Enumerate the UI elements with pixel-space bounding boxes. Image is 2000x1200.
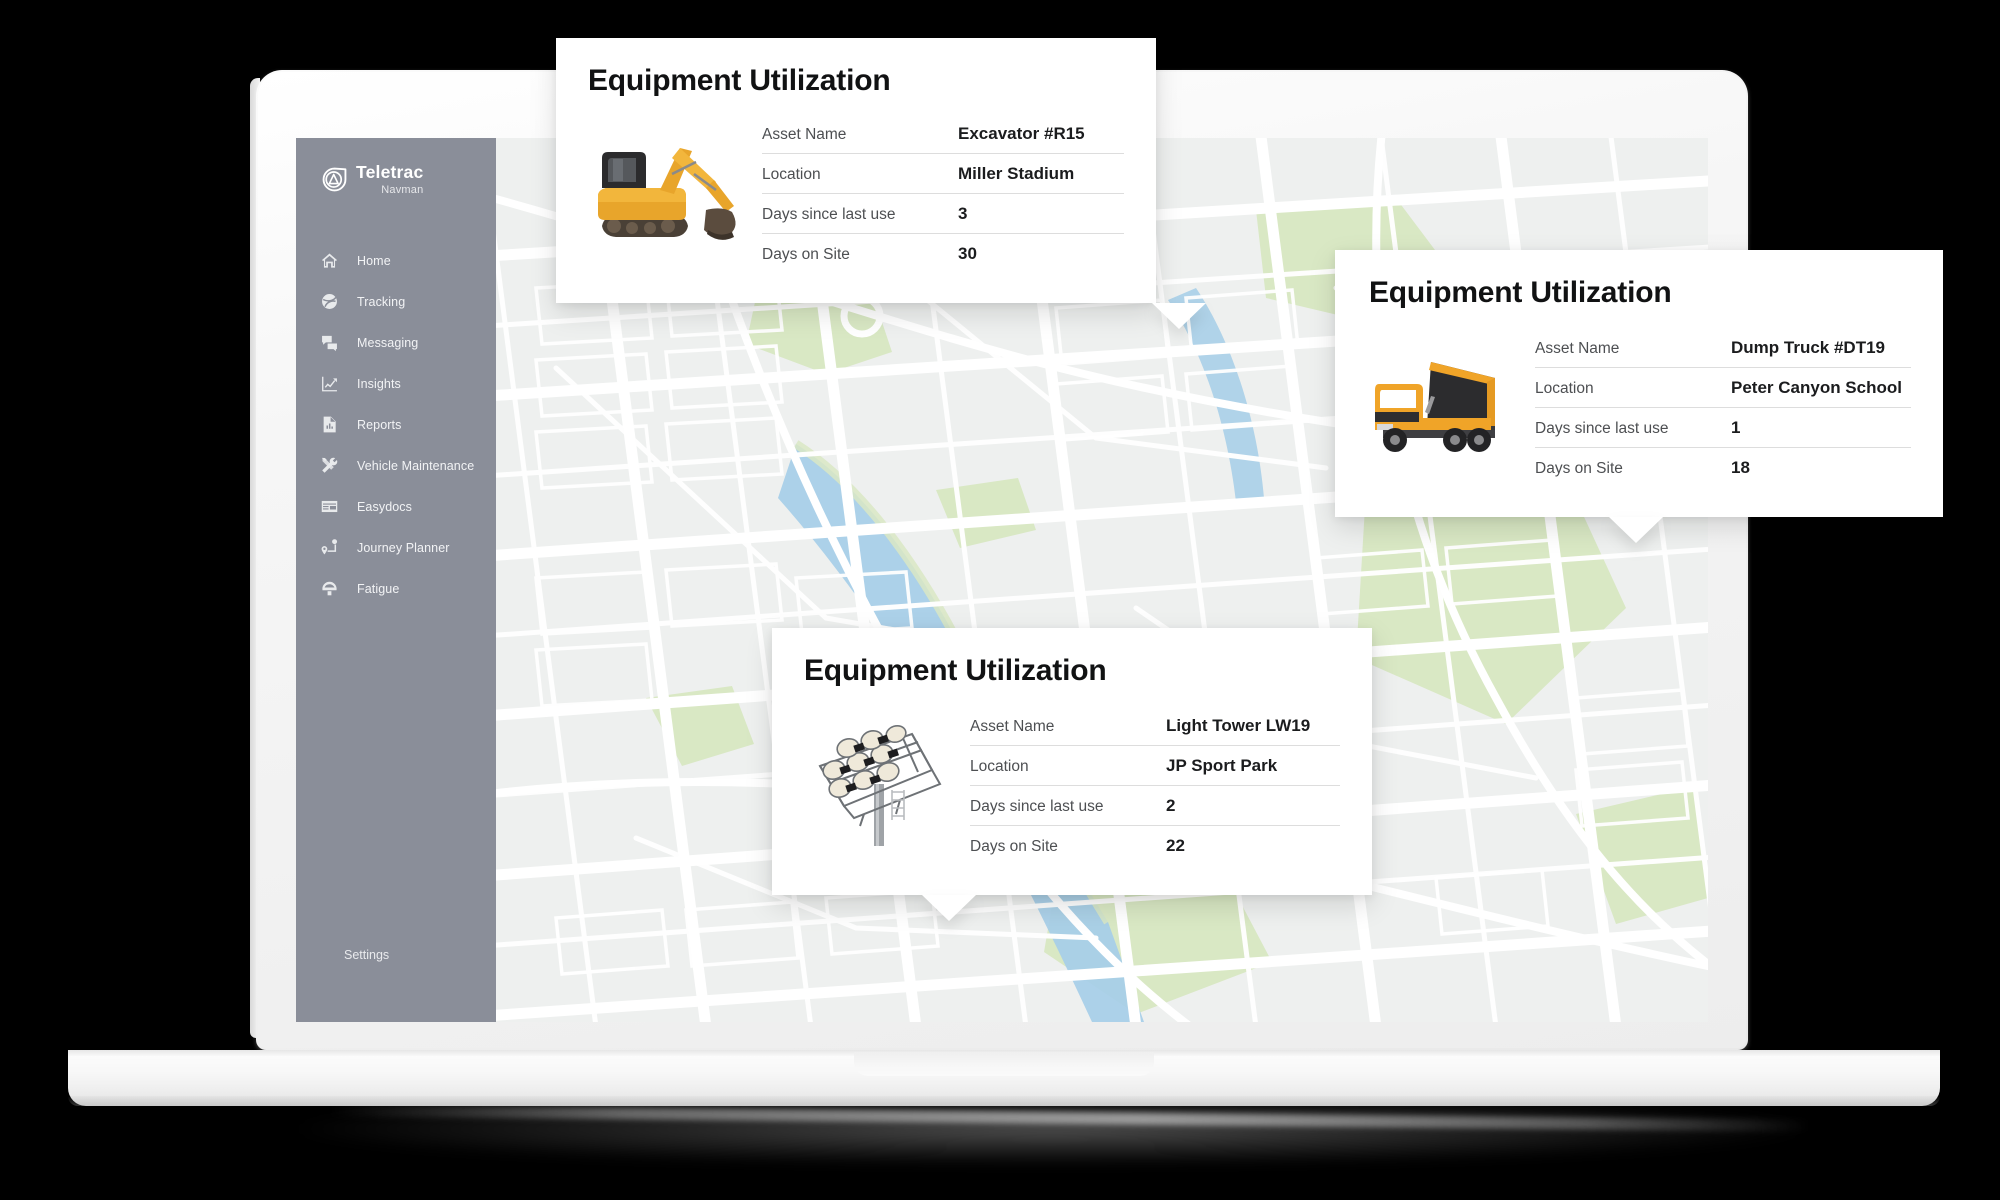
card-pointer-tail: [1609, 517, 1663, 543]
sidebar-item-home[interactable]: Home: [296, 240, 496, 281]
route-pin-icon: [320, 538, 339, 557]
card-pointer-tail: [922, 895, 976, 921]
sidebar-item-vehicle-maintenance[interactable]: Vehicle Maintenance: [296, 445, 496, 486]
table-card-icon: [320, 497, 339, 516]
sidebar-item-fatigue[interactable]: Fatigue: [296, 568, 496, 609]
table-row: Location JP Sport Park: [970, 746, 1340, 786]
row-value: 22: [1166, 836, 1185, 855]
table-row: Days since last use 3: [762, 194, 1124, 234]
card-body: Asset Name Excavator #R15 Location Mille…: [588, 114, 1124, 273]
sidebar-item-label: Reports: [357, 417, 402, 432]
laptop-base: [68, 1050, 1940, 1106]
asset-detail-table: Asset Name Excavator #R15 Location Mille…: [762, 114, 1124, 273]
sidebar-item-tracking[interactable]: Tracking: [296, 281, 496, 322]
card-title: Equipment Utilization: [588, 64, 891, 97]
globe-tracking-icon: [320, 292, 339, 311]
card-body: Asset Name Dump Truck #DT19 Location Pet…: [1369, 328, 1911, 487]
laptop-base-notch: [854, 1052, 1154, 1076]
brand-subname: Navman: [381, 183, 424, 196]
sidebar-item-label: Home: [357, 253, 391, 268]
sidebar-item-label: Insights: [357, 376, 401, 391]
table-row: Asset Name Light Tower LW19: [970, 706, 1340, 746]
teletrac-shield-icon: [322, 167, 347, 192]
row-label: Days on Site: [762, 246, 850, 263]
card-title: Equipment Utilization: [804, 654, 1107, 687]
equipment-utilization-card-dump-truck[interactable]: Equipment Utilization Asset Name Dump Tr…: [1335, 250, 1943, 543]
brand-logo[interactable]: Teletrac Navman: [296, 138, 496, 230]
asset-detail-table: Asset Name Dump Truck #DT19 Location Pet…: [1535, 328, 1911, 487]
row-value: Light Tower LW19: [1166, 716, 1311, 735]
sidebar: Teletrac Navman Home Tracking Messaging …: [296, 138, 496, 1022]
table-row: Days on Site 18: [1535, 448, 1911, 487]
card-title: Equipment Utilization: [1369, 276, 1672, 309]
row-label: Location: [970, 758, 1029, 775]
sidebar-item-messaging[interactable]: Messaging: [296, 322, 496, 363]
row-label: Asset Name: [762, 126, 847, 143]
table-row: Days since last use 2: [970, 786, 1340, 826]
row-value: Excavator #R15: [958, 124, 1085, 143]
sidebar-item-label: Tracking: [357, 294, 406, 309]
row-value: 2: [1166, 796, 1176, 815]
laptop-base-bottom-edge: [68, 1096, 1940, 1106]
sidebar-item-easydocs[interactable]: Easydocs: [296, 486, 496, 527]
table-row: Location Miller Stadium: [762, 154, 1124, 194]
row-value: 30: [958, 244, 977, 263]
row-value: 1: [1731, 418, 1741, 437]
row-value: Dump Truck #DT19: [1731, 338, 1885, 357]
equipment-utilization-card-light-tower[interactable]: Equipment Utilization Asset Name Light T…: [772, 628, 1372, 921]
row-value: 18: [1731, 458, 1750, 477]
sidebar-item-label: Fatigue: [357, 581, 400, 596]
wrench-screwdriver-icon: [320, 456, 339, 475]
asset-detail-table: Asset Name Light Tower LW19 Location JP …: [970, 706, 1340, 865]
table-row: Location Peter Canyon School: [1535, 368, 1911, 408]
excavator-photo: [588, 118, 748, 258]
row-label: Asset Name: [1535, 340, 1620, 357]
sidebar-nav: Home Tracking Messaging Insights Reports…: [296, 240, 496, 609]
sidebar-item-settings[interactable]: Settings: [296, 946, 496, 1022]
light-tower-photo: [804, 710, 956, 850]
brand-name: Teletrac: [356, 162, 424, 182]
row-value: Miller Stadium: [958, 164, 1075, 183]
table-row: Asset Name Excavator #R15: [762, 114, 1124, 154]
table-row: Days since last use 1: [1535, 408, 1911, 448]
table-row: Days on Site 30: [762, 234, 1124, 273]
card-body: Asset Name Light Tower LW19 Location JP …: [804, 706, 1340, 865]
sidebar-item-label: Easydocs: [357, 499, 412, 514]
sidebar-item-label: Settings: [344, 948, 390, 962]
document-bar-chart-icon: [320, 415, 339, 434]
row-value: JP Sport Park: [1166, 756, 1278, 775]
row-label: Days on Site: [1535, 460, 1623, 477]
sidebar-item-label: Messaging: [357, 335, 419, 350]
sidebar-item-label: Vehicle Maintenance: [357, 458, 475, 473]
steering-wheel-icon: [320, 579, 339, 598]
card-pointer-tail: [1152, 303, 1206, 329]
row-value: 3: [958, 204, 968, 223]
sidebar-item-reports[interactable]: Reports: [296, 404, 496, 445]
screenshot-stage: Teletrac Navman Home Tracking Messaging …: [0, 0, 2000, 1200]
row-label: Days on Site: [970, 838, 1058, 855]
row-label: Location: [762, 166, 821, 183]
table-row: Asset Name Dump Truck #DT19: [1535, 328, 1911, 368]
chat-bubbles-icon: [320, 333, 339, 352]
sidebar-item-label: Journey Planner: [357, 540, 450, 555]
row-value: Peter Canyon School: [1731, 378, 1902, 397]
home-icon: [320, 251, 339, 270]
dump-truck-photo: [1369, 334, 1519, 464]
sidebar-item-insights[interactable]: Insights: [296, 363, 496, 404]
sidebar-item-journey-planner[interactable]: Journey Planner: [296, 527, 496, 568]
row-label: Days since last use: [762, 206, 896, 223]
equipment-utilization-card-excavator[interactable]: Equipment Utilization Asset Name Excavat…: [556, 38, 1206, 329]
row-label: Location: [1535, 380, 1594, 397]
laptop-contact-shadow: [329, 1104, 1811, 1132]
line-chart-icon: [320, 374, 339, 393]
row-label: Days since last use: [1535, 420, 1669, 437]
row-label: Asset Name: [970, 718, 1055, 735]
row-label: Days since last use: [970, 798, 1104, 815]
table-row: Days on Site 22: [970, 826, 1340, 865]
